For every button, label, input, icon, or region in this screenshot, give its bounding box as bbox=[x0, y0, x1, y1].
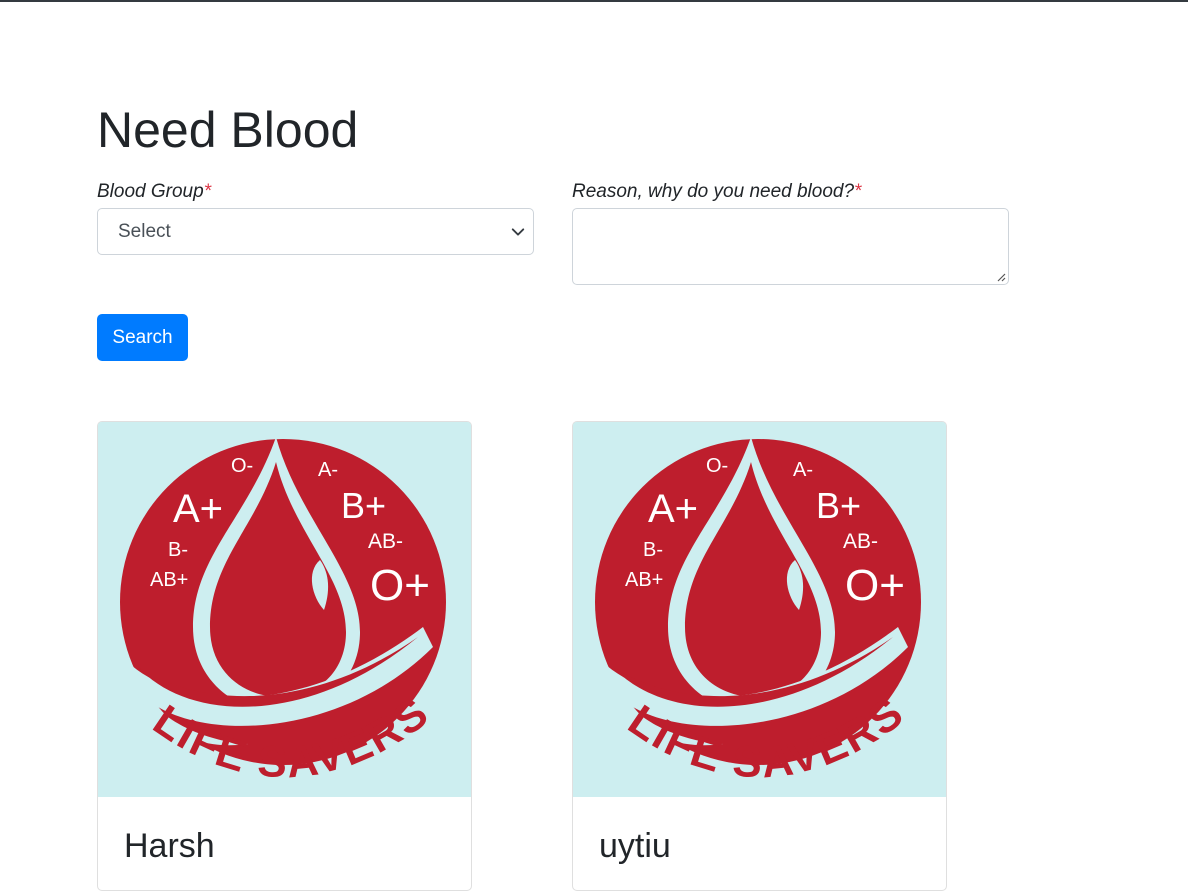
life-savers-logo bbox=[573, 422, 946, 797]
blood-group-label: Blood Group* bbox=[97, 181, 212, 202]
life-savers-logo bbox=[98, 422, 471, 797]
donor-card[interactable]: uytiu bbox=[572, 421, 947, 891]
required-marker: * bbox=[203, 181, 212, 202]
chevron-down-icon bbox=[511, 228, 525, 236]
reason-label: Reason, why do you need blood?* bbox=[572, 181, 862, 202]
blood-group-select[interactable]: Select bbox=[97, 208, 534, 255]
donor-name: Harsh bbox=[124, 827, 215, 865]
donor-card[interactable]: Harsh bbox=[97, 421, 472, 891]
resize-handle-icon[interactable] bbox=[996, 272, 1006, 282]
required-marker: * bbox=[854, 181, 862, 202]
blood-group-selected-value: Select bbox=[118, 221, 171, 242]
search-button[interactable]: Search bbox=[97, 314, 188, 361]
page-title: Need Blood bbox=[97, 102, 359, 158]
reason-textarea[interactable] bbox=[572, 208, 1009, 285]
blood-group-field: Blood Group* Select bbox=[97, 180, 534, 255]
reason-field: Reason, why do you need blood?* bbox=[572, 180, 1009, 285]
donor-name: uytiu bbox=[599, 827, 671, 865]
